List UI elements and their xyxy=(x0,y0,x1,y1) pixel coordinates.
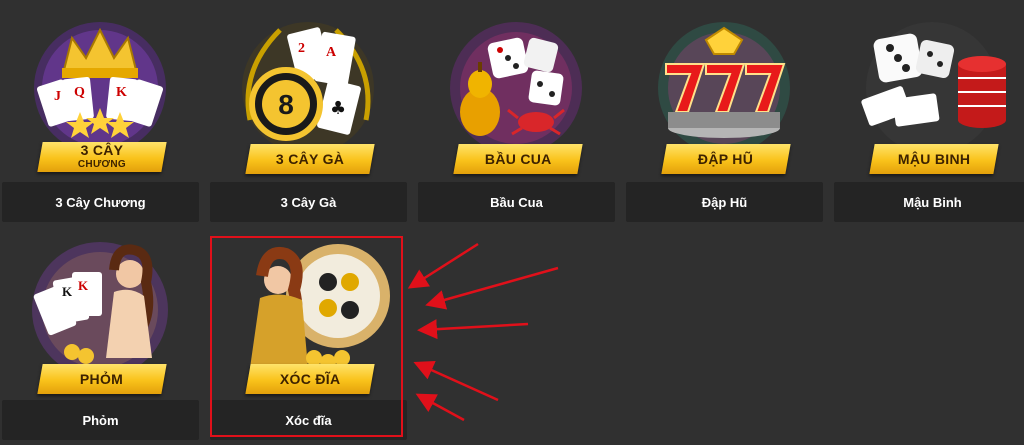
game-label[interactable]: 3 Cây Chương xyxy=(2,182,199,222)
game-banner: BẦU CUA xyxy=(453,144,583,174)
game-label[interactable]: Phỏm xyxy=(2,400,199,440)
svg-text:A: A xyxy=(326,45,337,60)
arrow xyxy=(407,242,479,289)
arrow xyxy=(425,266,559,310)
svg-text:♣: ♣ xyxy=(330,98,346,119)
svg-text:2: 2 xyxy=(298,41,305,56)
arrows-annotation xyxy=(407,242,559,422)
game-label[interactable]: Đập Hũ xyxy=(626,182,823,222)
game-label[interactable]: Mậu Binh xyxy=(834,182,1024,222)
svg-text:Q: Q xyxy=(74,85,85,100)
game-label[interactable]: 3 Cây Gà xyxy=(210,182,407,222)
arrow xyxy=(417,319,529,340)
highlight-box xyxy=(210,236,403,437)
svg-text:K: K xyxy=(78,278,89,293)
game-banner: MẬU BINH xyxy=(869,144,999,174)
svg-text:J: J xyxy=(54,89,61,104)
game-banner: 3 CÂY CHƯƠNG xyxy=(37,142,167,172)
game-banner: 3 CÂY GÀ xyxy=(245,144,375,174)
svg-text:K: K xyxy=(116,85,127,100)
game-label[interactable]: Bầu Cua xyxy=(418,182,615,222)
game-banner: ĐẬP HŨ xyxy=(661,144,791,174)
game-banner: PHỎM xyxy=(37,364,167,394)
arrow xyxy=(415,393,465,422)
svg-text:8: 8 xyxy=(278,89,294,120)
svg-text:K: K xyxy=(62,284,73,299)
arrow xyxy=(413,361,499,402)
